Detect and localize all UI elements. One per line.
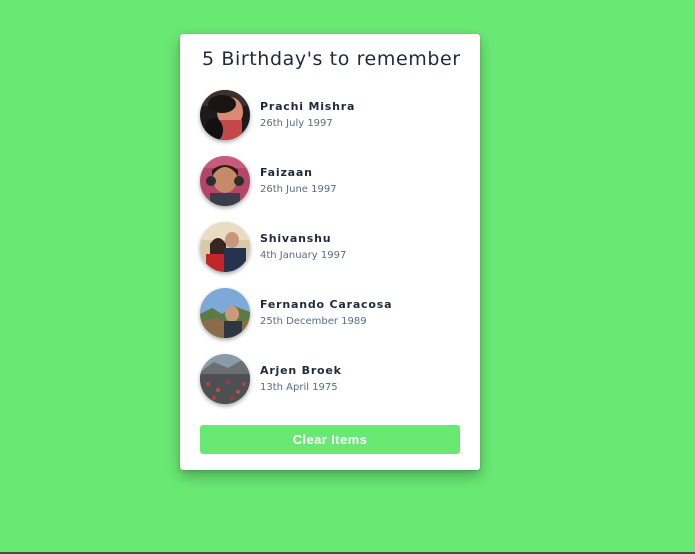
outdoor-photo-icon [200,288,250,338]
list-item: Fernando Caracosa 25th December 1989 [200,288,460,338]
person-name: Arjen Broek [260,363,342,377]
list-item: Shivanshu 4th January 1997 [200,222,460,272]
birth-date: 4th January 1997 [260,249,347,261]
portrait-photo-icon [200,90,250,140]
avatar [200,156,250,206]
avatar [200,354,250,404]
birth-date: 25th December 1989 [260,315,367,327]
person-name: Prachi Mishra [260,99,356,113]
birth-date: 26th July 1997 [260,117,333,129]
birth-date: 13th April 1975 [260,381,338,393]
person-name: Fernando Caracosa [260,297,393,311]
avatar [200,288,250,338]
list-item: Prachi Mishra 26th July 1997 [200,90,460,140]
avatar [200,222,250,272]
birthday-list: Prachi Mishra 26th July 1997 Faizaan 26t… [200,90,460,420]
list-item: Faizaan 26th June 1997 [200,156,460,206]
person-name: Shivanshu [260,231,332,245]
person-name: Faizaan [260,165,313,179]
portrait-photo-icon [200,156,250,206]
card-title: 5 Birthday's to remember [202,48,461,70]
clear-items-button[interactable]: Clear Items [200,425,460,454]
birthday-card: 5 Birthday's to remember Prachi Mishra 2… [180,34,480,470]
list-item: Arjen Broek 13th April 1975 [200,354,460,404]
avatar [200,90,250,140]
couple-photo-icon [200,222,250,272]
landscape-photo-icon [200,354,250,404]
birth-date: 26th June 1997 [260,183,337,195]
